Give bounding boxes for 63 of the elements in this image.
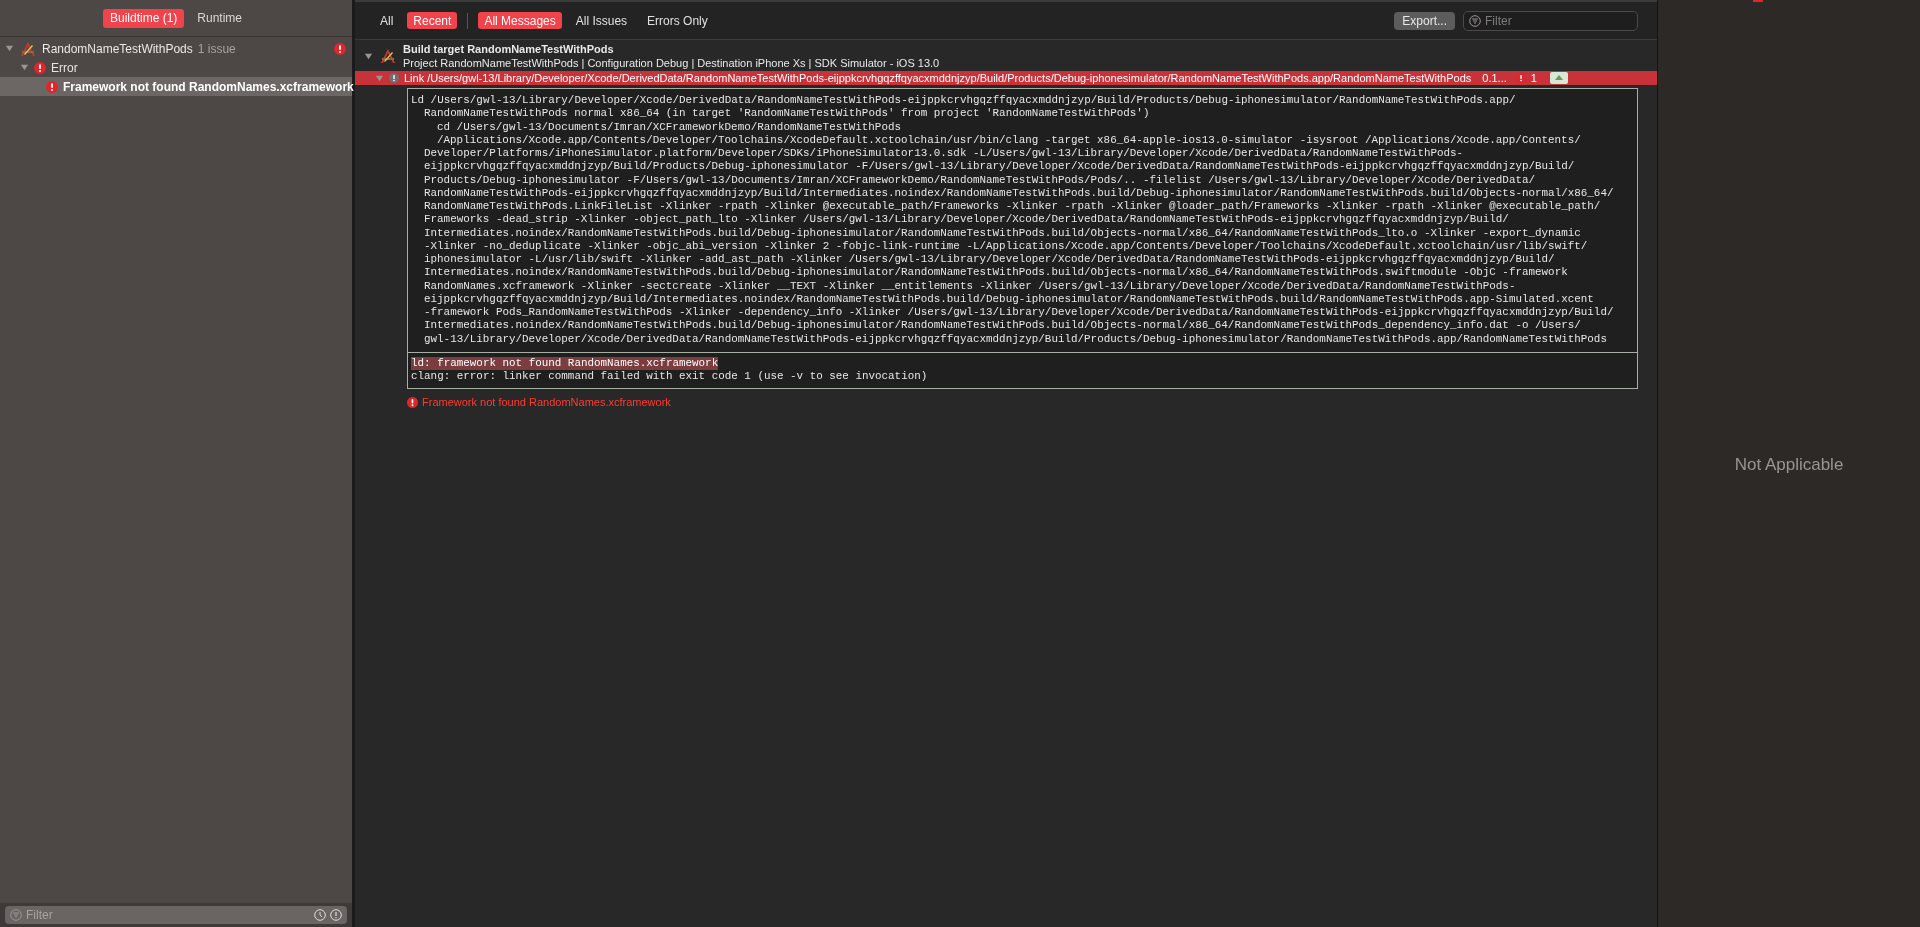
error-indicator: [1753, 0, 1763, 2]
filter-field[interactable]: Filter: [5, 906, 347, 924]
error-icon: [34, 61, 46, 74]
log-line: Developer/Platforms/iPhoneSimulator.platform/Developer/SDKs/iPhoneSimulator13.0.sdk -L/Users/gwl-13/Library/Developer/Xcode/DerivedData/RandomNameTestWithPods-: [423, 147, 1465, 161]
log-line: iphonesimulator -L/usr/lib/swift -Xlinker -add_ast_path -Xlinker /Users/gwl-13/Library/Developer/Xcode/DerivedData/RandomNameTestWithPods-eijppkcrvhgqzffqyacxmddnjzyp/Build/: [423, 253, 1556, 267]
log-line: RandomNameTestWithPods.LinkFileList -Xlinker -rpath -Xlinker @executable_path/Frameworks -Xlinker -rpath -Xlinker @loader_path/Frameworks -Xlinker -rpath -Xlinker @executable_path/: [423, 200, 1602, 214]
log-line: RandomNameTestWithPods-eijppkcrvhgqzffqyacxmddnjzyp/Build/Intermediates.noindex/RandomNameTestWithPods.build/Debug-iphonesimulator/RandomNameTestWithPods.build/Objects-normal/x86_64/: [423, 186, 1615, 200]
scope-tab[interactable]: Recent: [407, 12, 458, 29]
log-line: RandomNameTestWithPods normal x86_64 (in target 'RandomNameTestWithPods' from project 'RandomNameTestWithPods'): [423, 107, 1151, 121]
log-line: Intermediates.noindex/RandomNameTestWithPods.build/Debug-iphonesimulator/RandomNameTestWithPods.build/Objects-normal/x86_64/RandomNameTestWithPods.swiftmodule -ObjC -framework: [423, 266, 1569, 280]
filter-input[interactable]: Filter: [1485, 11, 1632, 30]
disclosure-triangle-icon[interactable]: [364, 51, 373, 61]
warning-icon[interactable]: [330, 909, 342, 921]
log-line: RandomNames.xcframework -Xlinker -sectcreate -Xlinker __TEXT -Xlinker __entitlements -Xlinker /Users/gwl-13/Library/Developer/Xcode/DerivedData/RandomNameTestWithPods-: [423, 279, 1517, 293]
log-line: Frameworks -dead_strip -Xlinker -object_path_lto -Xlinker /Users/gwl-13/Library/Developer/Xcode/DerivedData/RandomNameTestWithPods-eijppkcrvhgqzffqyacxmddnjzyp/Build/: [423, 213, 1510, 227]
scope-tab[interactable]: All: [374, 12, 400, 29]
clock-icon[interactable]: [314, 909, 326, 921]
message-filter-tab[interactable]: All Messages: [478, 12, 562, 29]
issue-count: 1: [1530, 71, 1537, 85]
disclosure-triangle-icon[interactable]: [5, 44, 14, 53]
message-filter-tab[interactable]: Errors Only: [641, 12, 714, 29]
issue-label: Error: [51, 59, 78, 77]
empty-inspector-message: Not Applicable: [1734, 453, 1844, 476]
build-target-details: Project RandomNameTestWithPods | Configuration Debug | Destination iPhone Xs | SDK Simulator - iOS 13.0: [403, 56, 940, 70]
filter-icon: [10, 909, 22, 921]
link-step-title: Link /Users/gwl-13/Library/Developer/Xcode/DerivedData/RandomNameTestWithPods-eijppkcrvhgqzffqyacxmddnjzyp/Build/Products/Debug-iphonesimulator/RandomNameTestWithPods.app/RandomNameTestWithPods: [404, 71, 1472, 85]
log-line: Intermediates.noindex/RandomNameTestWithPods.build/Debug-iphonesimulator/RandomNameTestWithPods.build/Objects-normal/x86_64/RandomNameTestWithPods_dependency_info.dat -o /Users/: [423, 319, 1582, 333]
hammer-app-icon: [19, 40, 37, 57]
log-line: clang: error: linker command failed with exit code 1 (use -v to see invocation): [411, 370, 928, 384]
filter-icon: [1469, 14, 1481, 27]
log-line: cd /Users/gwl-13/Documents/Imran/XCFrameworkDemo/RandomNameTestWithPods: [436, 120, 903, 134]
export-button[interactable]: Export...: [1394, 11, 1455, 30]
step-duration: 0.1...: [1482, 71, 1507, 85]
log-line: gwl-13/Library/Developer/Xcode/DerivedData/RandomNameTestWithPods-eijppkcrvhgqzffqyacxmddnjzyp/Build/Products/Debug-iphonesimulator/RandomNameTestWithPods.app/RandomNameTestWithPods: [423, 332, 1608, 346]
log-line: /Applications/Xcode.app/Contents/Developer/Toolchains/XcodeDefault.xctoolchain/usr/bin/clang -target x86_64-apple-ios13.0-simulator -isysroot /Applications/Xcode.app/Contents/: [436, 133, 1582, 147]
error-icon: [46, 80, 58, 93]
log-line: eijppkcrvhgqzffqyacxmddnjzyp/Build/Products/Debug-iphonesimulator -F/Users/gwl-13/Library/Developer/Xcode/DerivedData/RandomNameTestWithPods-eijppkcrvhgqzffqyacxmddnjzyp/Build/: [423, 160, 1576, 174]
log-line: Products/Debug-iphonesimulator -F/Users/gwl-13/Documents/Imran/XCFrameworkDemo/RandomNameTestWithPods/Pods/.. -filelist /Users/gwl-13/Library/Developer/Xcode/DerivedData/: [423, 173, 1537, 187]
error-icon: [334, 42, 346, 55]
error-icon: [407, 397, 418, 408]
link-step-row[interactable]: [355, 71, 1657, 85]
disclosure-triangle-icon[interactable]: [20, 63, 29, 72]
message-filter-tab[interactable]: All Issues: [569, 12, 634, 29]
error-message: Framework not found RandomNames.xcframework: [422, 395, 671, 411]
error-icon: [1515, 73, 1526, 83]
issue-label: Framework not found RandomNames.xcframework: [63, 78, 354, 96]
issue-count: 1 issue: [197, 40, 236, 58]
issue-row[interactable]: RandomNameTestWithPods 1 issue: [0, 39, 352, 58]
log-line: eijppkcrvhgqzffqyacxmddnjzyp/Build/Intermediates.noindex/RandomNameTestWithPods.build/Debug-iphonesimulator/RandomNameTestWithPods.build/RandomNameTestWithPods.app-Simulated.xcent: [423, 292, 1595, 306]
issue-label: RandomNameTestWithPods: [42, 40, 193, 58]
navigator-tab[interactable]: Buildtime (1): [102, 8, 185, 28]
issue-row[interactable]: Framework not found RandomNames.xcframework: [0, 77, 352, 96]
navigator-tab[interactable]: Runtime: [190, 8, 249, 28]
warning-badge-icon: [389, 73, 399, 83]
hammer-app-icon: [379, 48, 397, 64]
log-line: -framework Pods_RandomNameTestWithPods -Xlinker -dependency_info -Xlinker /Users/gwl-13/Library/Developer/Xcode/DerivedData/RandomNameTestWithPods-eijppkcrvhgqzffqyacxmddnjzyp/Build/: [423, 306, 1615, 320]
log-line: -Xlinker -no_deduplicate -Xlinker -objc_abi_version -Xlinker 2 -fobjc-link-runtime -L/Applications/Xcode.app/Contents/Developer/Toolchains/XcodeDefault.xctoolchain/usr/lib/swift/: [423, 239, 1589, 253]
log-line: Ld /Users/gwl-13/Library/Developer/Xcode/DerivedData/RandomNameTestWithPods-eijppkcrvhgqzffqyacxmddnjzyp/Build/Products/Debug-iphonesimulator/RandomNameTestWithPods.app/: [411, 94, 1517, 108]
log-line: Intermediates.noindex/RandomNameTestWithPods.build/Debug-iphonesimulator/RandomNameTestWithPods.build/Objects-normal/x86_64/RandomNameTestWithPods_lto.o -Xlinker -export_dynamic: [423, 226, 1582, 240]
build-target-title: Build target RandomNameTestWithPods: [403, 42, 615, 56]
jump-icon[interactable]: [1549, 72, 1568, 84]
filter-field[interactable]: Filter: [1463, 10, 1638, 31]
issue-row[interactable]: Error: [0, 58, 352, 77]
